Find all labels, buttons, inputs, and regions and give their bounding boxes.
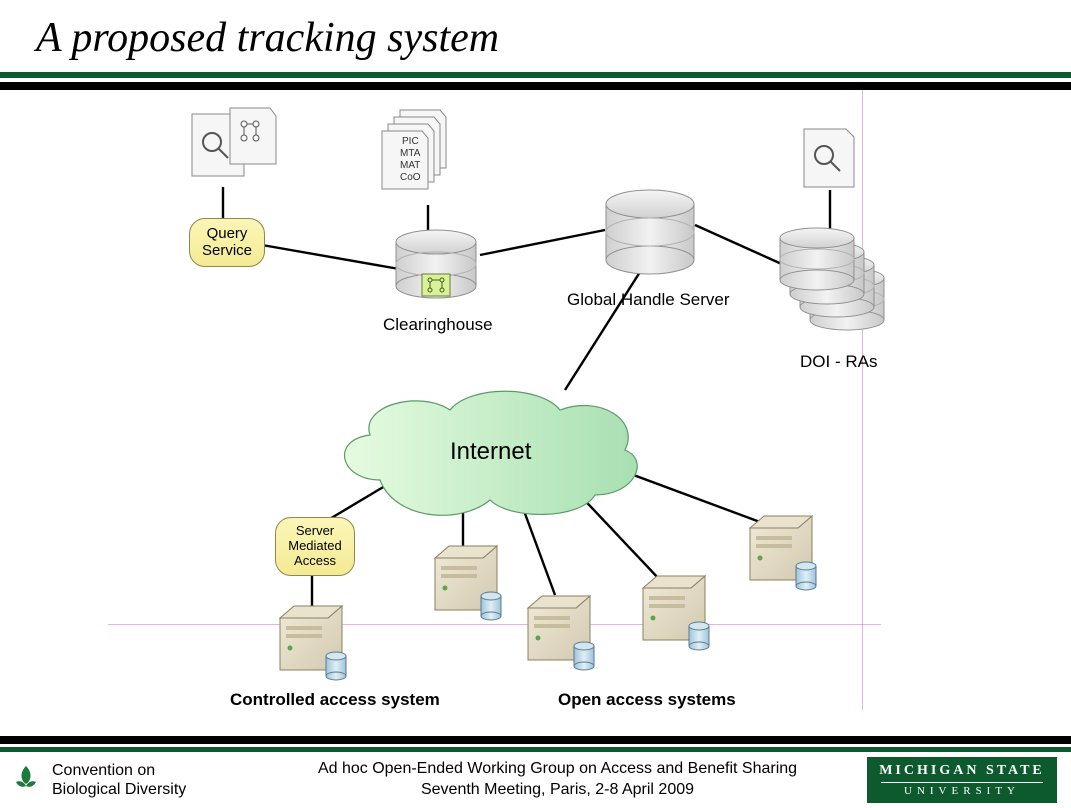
svg-text:CoO: CoO	[400, 172, 421, 183]
slide-title: A proposed tracking system	[0, 0, 1071, 72]
footer-center-line1: Ad hoc Open-Ended Working Group on Acces…	[248, 759, 867, 780]
internet-label: Internet	[450, 438, 531, 466]
footer-left-line2: Biological Diversity	[52, 780, 186, 799]
clearinghouse-docs-icon: PIC MTA MAT CoO	[382, 108, 477, 208]
footer-center: Ad hoc Open-Ended Working Group on Acces…	[248, 759, 867, 801]
svg-text:MTA: MTA	[400, 148, 421, 159]
ghs-db-icon	[600, 190, 700, 280]
rule-black-top	[0, 82, 1071, 90]
server-mediated-access-node: ServerMediatedAccess	[275, 517, 355, 576]
open-server-1-icon	[427, 538, 517, 628]
clearinghouse-db-icon	[392, 230, 480, 302]
diagram-canvas: QueryService PIC MTA MAT CoO Clearinghou…	[0, 90, 1071, 710]
msu-logo: MICHIGAN STATE UNIVERSITY	[867, 757, 1057, 803]
msu-line1: MICHIGAN STATE	[879, 763, 1045, 779]
slide-footer: Convention on Biological Diversity Ad ho…	[0, 736, 1071, 808]
controlled-server-icon	[272, 598, 362, 688]
footer-center-line2: Seventh Meeting, Paris, 2-8 April 2009	[248, 780, 867, 801]
doi-doc-icon	[800, 125, 860, 195]
open-access-label: Open access systems	[558, 690, 736, 710]
ghs-label: Global Handle Server	[567, 290, 730, 310]
doi-ras-db-icon	[780, 230, 900, 350]
open-server-4-icon	[742, 508, 832, 598]
open-server-3-icon	[635, 568, 725, 658]
cbd-logo-icon	[8, 762, 44, 798]
msu-line2: UNIVERSITY	[904, 785, 1020, 797]
clearinghouse-label: Clearinghouse	[383, 315, 493, 335]
doi-ras-label: DOI - RAs	[800, 352, 877, 372]
open-server-2-icon	[520, 588, 610, 678]
svg-text:MAT: MAT	[400, 160, 420, 171]
footer-left-line1: Convention on	[52, 761, 186, 780]
svg-text:PIC: PIC	[402, 136, 419, 147]
query-service-node: QueryService	[189, 218, 265, 267]
controlled-access-label: Controlled access system	[230, 690, 440, 710]
query-docs-icon	[186, 108, 276, 193]
footer-left: Convention on Biological Diversity	[8, 761, 248, 799]
